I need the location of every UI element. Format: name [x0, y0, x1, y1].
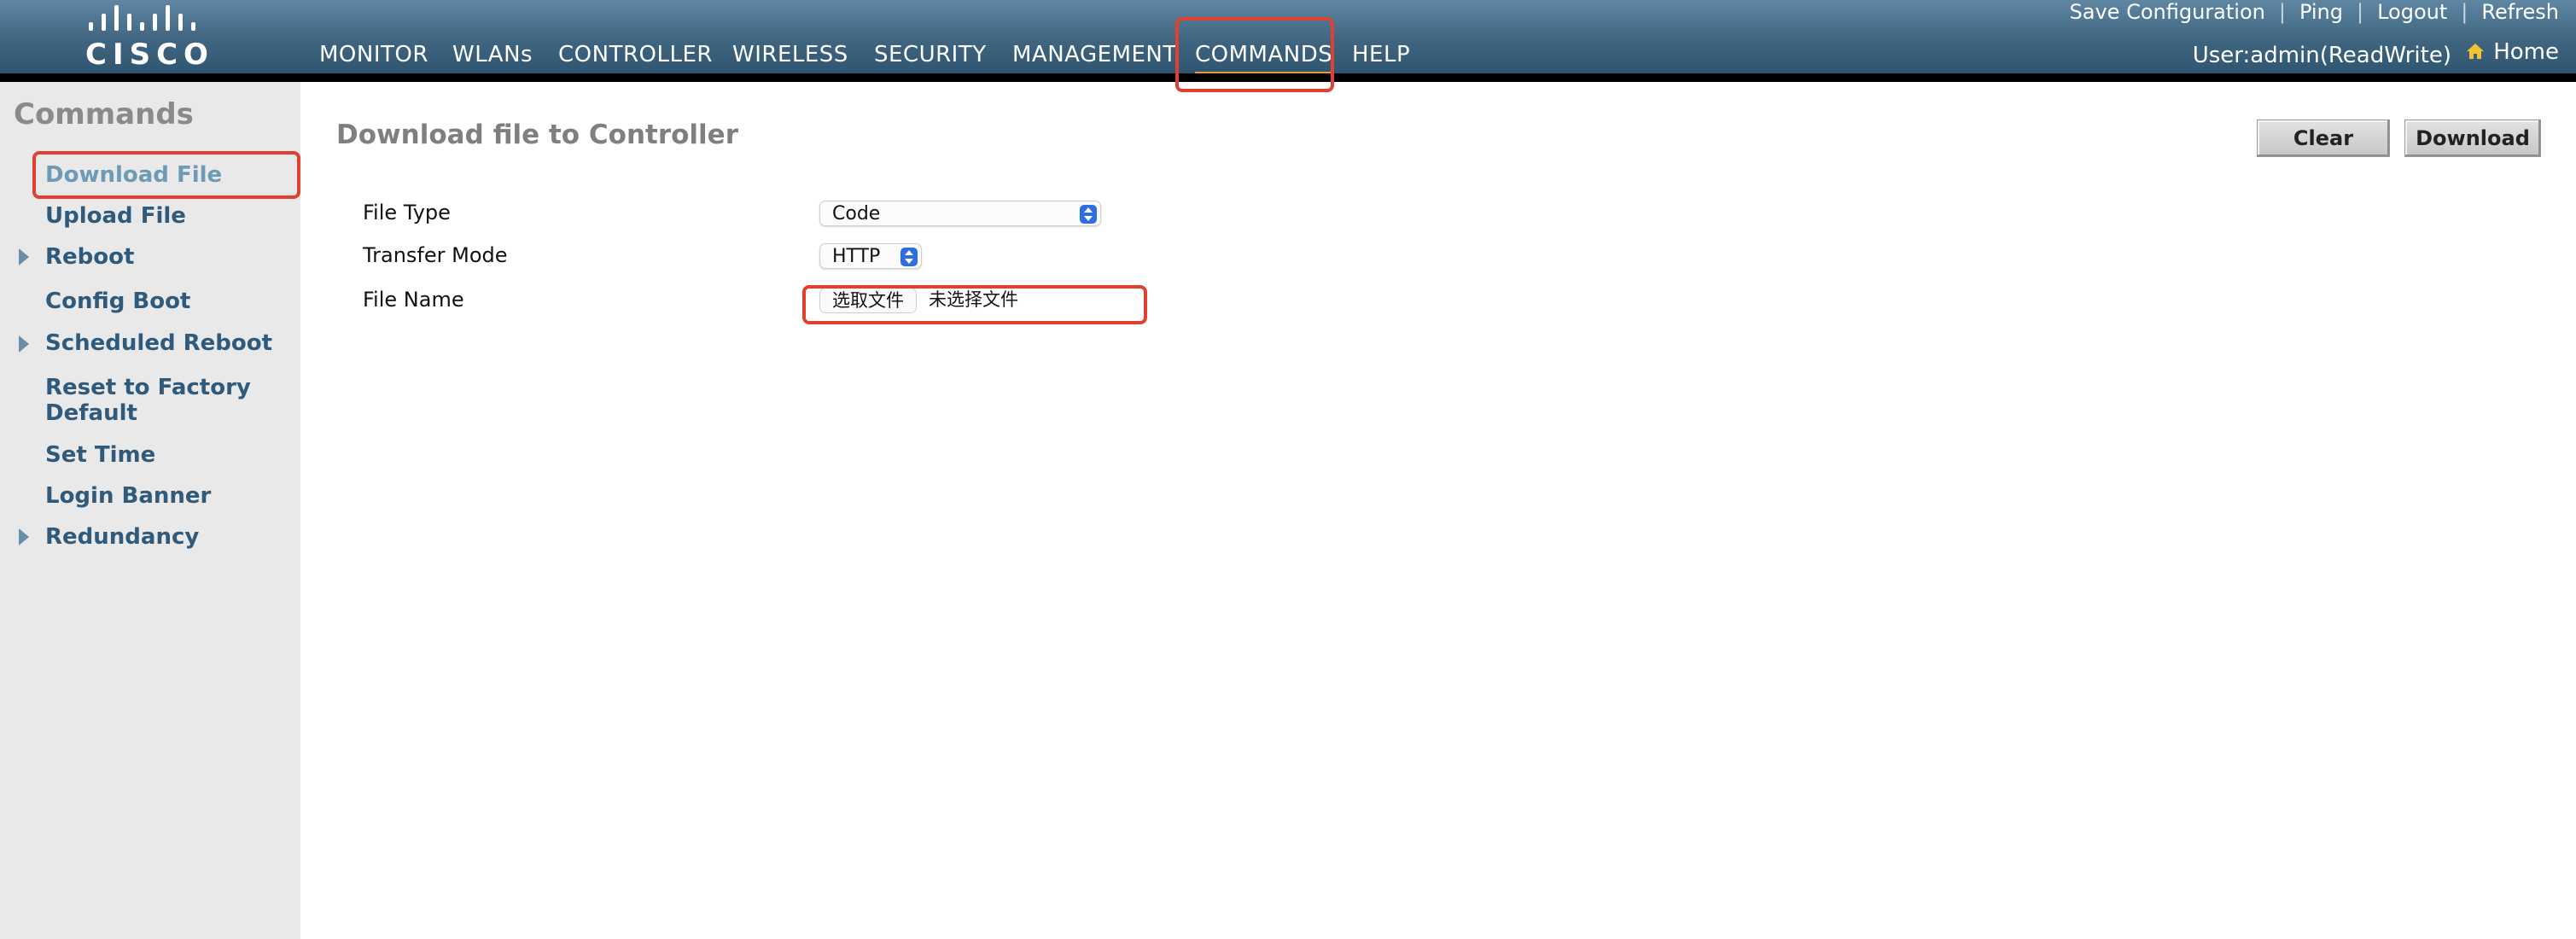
sidebar-item-reboot[interactable]: Reboot	[45, 244, 134, 270]
sidebar-item-label: Reset to Factory	[45, 375, 251, 400]
home-link[interactable]: Home	[2466, 39, 2559, 65]
sidebar-item-label-line2: Default	[45, 400, 137, 426]
transfer-mode-value: HTTP	[832, 246, 881, 267]
select-arrows-icon	[900, 248, 918, 266]
scheduled-reboot-expand-icon[interactable]	[19, 335, 29, 353]
header-divider	[0, 73, 2576, 82]
sidebar-item-scheduled-reboot[interactable]: Scheduled Reboot	[45, 330, 272, 356]
sidebar-item-reset-to-factory-default[interactable]: Reset to Factory Default	[45, 375, 251, 426]
download-button[interactable]: Download	[2404, 120, 2541, 157]
nav-management[interactable]: MANAGEMENT	[1012, 38, 1177, 72]
sidebar-item-set-time[interactable]: Set Time	[45, 442, 155, 468]
file-chosen-status: 未选择文件	[929, 289, 1018, 310]
nav-help[interactable]: HELP	[1352, 38, 1410, 72]
utility-links: Save Configuration | Ping | Logout | Refresh	[2069, 0, 2559, 24]
nav-security[interactable]: SECURITY	[874, 38, 987, 72]
file-type-label: File Type	[363, 201, 451, 225]
sidebar-item-login-banner[interactable]: Login Banner	[45, 483, 211, 509]
nav-monitor[interactable]: MONITOR	[319, 38, 428, 72]
redundancy-expand-icon[interactable]	[19, 528, 29, 545]
file-name-label: File Name	[363, 288, 464, 312]
select-arrows-icon	[1080, 205, 1097, 224]
sidebar-item-upload-file[interactable]: Upload File	[45, 203, 186, 229]
sidebar-item-download-file[interactable]: Download File	[45, 162, 222, 188]
user-info: User:admin(ReadWrite)	[2192, 43, 2451, 68]
sidebar-item-config-boot[interactable]: Config Boot	[45, 289, 190, 314]
sidebar-item-redundancy[interactable]: Redundancy	[45, 524, 199, 550]
nav-controller[interactable]: CONTROLLER	[558, 38, 713, 72]
nav-commands[interactable]: COMMANDS	[1195, 38, 1333, 77]
home-label: Home	[2493, 39, 2559, 65]
file-type-select[interactable]: Code	[819, 201, 1101, 226]
sidebar-title: Commands	[14, 97, 194, 131]
sidebar: Commands Download File Upload File Reboo…	[0, 82, 300, 939]
clear-button[interactable]: Clear	[2257, 120, 2390, 157]
top-header: CISCO Save Configuration | Ping | Logout | Ref…	[0, 0, 2576, 77]
refresh-link[interactable]: Refresh	[2481, 0, 2559, 24]
transfer-mode-label: Transfer Mode	[363, 243, 508, 267]
ping-link[interactable]: Ping	[2299, 0, 2343, 24]
choose-file-button[interactable]: 选取文件	[819, 288, 917, 313]
logout-link[interactable]: Logout	[2377, 0, 2447, 24]
logo-text: CISCO	[85, 38, 214, 72]
nav-wireless[interactable]: WIRELESS	[732, 38, 848, 72]
reboot-expand-icon[interactable]	[19, 248, 29, 265]
nav-wlans[interactable]: WLANs	[452, 38, 533, 72]
page-title: Download file to Controller	[336, 120, 738, 150]
save-configuration-link[interactable]: Save Configuration	[2070, 0, 2265, 24]
transfer-mode-select[interactable]: HTTP	[819, 243, 922, 269]
cisco-logo: CISCO	[85, 0, 213, 73]
file-type-value: Code	[832, 203, 881, 225]
home-icon	[2467, 44, 2485, 59]
